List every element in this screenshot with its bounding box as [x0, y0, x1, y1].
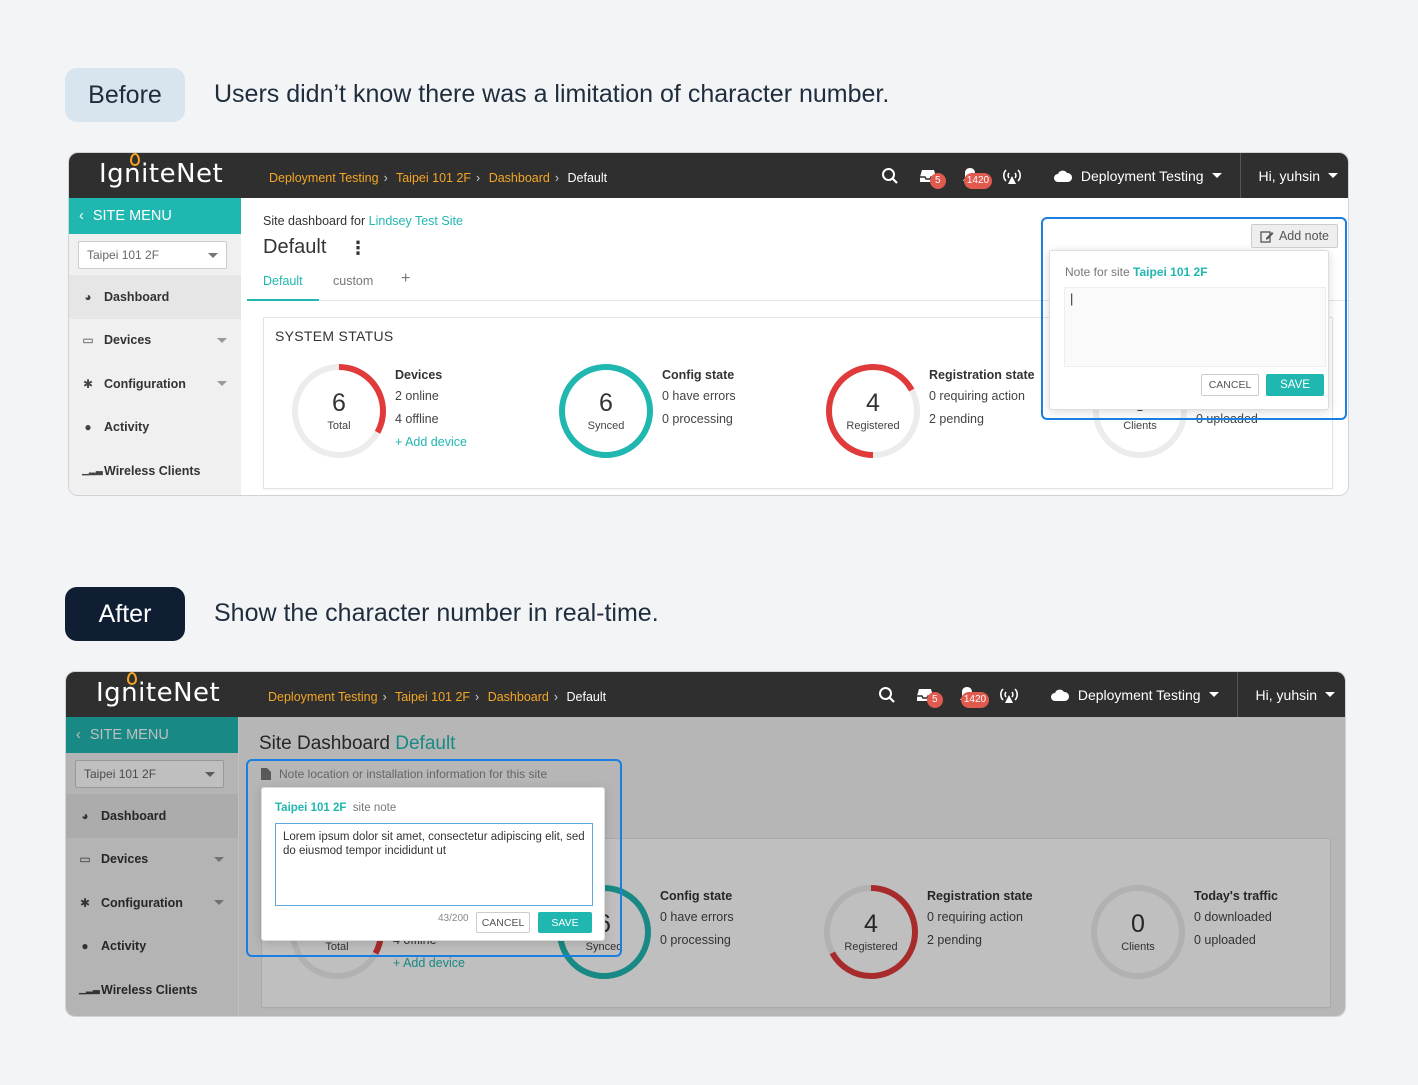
- search-icon[interactable]: [871, 153, 909, 198]
- user-menu[interactable]: Hi, yuhsin: [1236, 672, 1345, 717]
- cloud-icon: [1050, 689, 1069, 701]
- top-bar: IgniteNet Deployment Testing › Taipei 101…: [69, 153, 1348, 198]
- info-icon: ●: [81, 939, 89, 954]
- gear-icon: ✱: [82, 376, 94, 391]
- dashboard-icon: ◕: [84, 289, 92, 304]
- chevron-left-icon: ‹: [76, 727, 81, 743]
- site-select[interactable]: Taipei 101 2F: [78, 241, 227, 269]
- crumb-org[interactable]: Deployment Testing: [268, 690, 378, 704]
- bell-icon[interactable]: 1420: [947, 153, 993, 198]
- tab-custom[interactable]: custom: [317, 274, 389, 301]
- panel-title: SYSTEM STATUS: [275, 328, 394, 344]
- before-screenshot: IgniteNet Deployment Testing › Taipei 101…: [68, 152, 1349, 496]
- signal-bars-icon: ▁▂▃: [82, 465, 103, 476]
- crumb-site[interactable]: Taipei 101 2F: [396, 171, 471, 185]
- wireless-icon[interactable]: [993, 153, 1031, 198]
- site-link[interactable]: Lindsey Test Site: [369, 214, 463, 228]
- highlight-box: [1041, 217, 1347, 420]
- crumb-site[interactable]: Taipei 101 2F: [395, 690, 470, 704]
- registration-ring: 4 Registered: [825, 363, 921, 459]
- search-icon[interactable]: [868, 672, 906, 717]
- sidebar-item-dashboard[interactable]: ◕ Dashboard: [66, 794, 238, 838]
- account-menu[interactable]: Deployment Testing: [1028, 672, 1237, 717]
- after-caption: Show the character number in real-time.: [214, 599, 659, 627]
- account-menu[interactable]: Deployment Testing: [1031, 153, 1240, 198]
- hdd-icon: ▭: [82, 333, 94, 348]
- before-label: Before: [65, 68, 185, 122]
- inbox-icon[interactable]: 5: [906, 672, 944, 717]
- config-ring: 6 Synced: [558, 363, 654, 459]
- breadcrumb: Deployment Testing › Taipei 101 2F › Dashb…: [269, 171, 608, 185]
- crumb-current: Default: [566, 690, 607, 704]
- alerts-badge: 1420: [963, 173, 993, 189]
- page-title: Site Dashboard Default: [259, 733, 456, 754]
- traffic-ring: 0 Clients: [1090, 884, 1186, 980]
- sidebar-item-activity[interactable]: ● Activity: [66, 925, 238, 969]
- sidebar-item-dashboard[interactable]: ◕ Dashboard: [69, 275, 241, 319]
- top-bar: IgniteNet Deployment Testing › Taipei 101…: [66, 672, 1345, 717]
- sidebar-item-activity[interactable]: ● Activity: [69, 406, 241, 450]
- site-subtitle: Site dashboard for Lindsey Test Site: [263, 214, 463, 228]
- crumb-org[interactable]: Deployment Testing: [269, 171, 379, 185]
- more-menu-icon[interactable]: ⋮: [349, 238, 367, 259]
- inbox-badge: 5: [929, 173, 946, 189]
- wireless-icon[interactable]: [990, 672, 1028, 717]
- inbox-icon[interactable]: 5: [909, 153, 947, 198]
- after-label: After: [65, 587, 185, 641]
- crumb-current: Default: [567, 171, 608, 185]
- sidebar-item-devices[interactable]: ▭ Devices: [66, 838, 238, 882]
- sidebar: ‹ SITE MENU Taipei 101 2F ◕ Dashboard ▭ Dev…: [69, 198, 241, 495]
- before-caption: Users didn’t know there was a limitation…: [214, 80, 890, 108]
- sidebar-item-devices[interactable]: ▭ Devices: [69, 319, 241, 363]
- chevron-left-icon: ‹: [79, 208, 84, 224]
- signal-bars-icon: ▁▂▃: [79, 984, 100, 995]
- tab-default[interactable]: Default: [247, 274, 319, 301]
- gear-icon: ✱: [79, 895, 91, 910]
- site-select[interactable]: Taipei 101 2F: [75, 760, 224, 788]
- crumb-dashboard[interactable]: Dashboard: [489, 171, 550, 185]
- sidebar-item-configuration[interactable]: ✱ Configuration: [69, 362, 241, 406]
- sidebar-item-wireless-clients[interactable]: ▁▂▃ Wireless Clients: [66, 968, 238, 1012]
- sidebar-item-wireless-clients[interactable]: ▁▂▃ Wireless Clients: [69, 449, 241, 493]
- devices-ring: 6 Total: [291, 363, 387, 459]
- inbox-badge: 5: [926, 692, 943, 708]
- sidebar: ‹ SITE MENU Taipei 101 2F ◕ Dashboard ▭ Dev…: [66, 717, 238, 1016]
- breadcrumb: Deployment Testing › Taipei 101 2F › Dashb…: [268, 690, 607, 704]
- ignitenet-logo[interactable]: IgniteNet: [96, 672, 220, 708]
- add-device-link[interactable]: + Add device: [395, 435, 467, 449]
- add-device-link[interactable]: + Add device: [393, 956, 465, 970]
- add-tab-button[interactable]: +: [385, 271, 426, 299]
- cloud-icon: [1053, 170, 1072, 182]
- registration-ring: 4 Registered: [823, 884, 919, 980]
- alerts-badge: 1420: [960, 692, 990, 708]
- ignitenet-logo[interactable]: IgniteNet: [99, 153, 223, 189]
- user-menu[interactable]: Hi, yuhsin: [1239, 153, 1348, 198]
- crumb-dashboard[interactable]: Dashboard: [488, 690, 549, 704]
- info-icon: ●: [84, 420, 92, 435]
- page-title: Default: [263, 236, 327, 258]
- site-menu-header[interactable]: ‹ SITE MENU: [69, 198, 241, 234]
- after-screenshot: IgniteNet Deployment Testing › Taipei 101…: [65, 671, 1346, 1017]
- site-menu-header[interactable]: ‹ SITE MENU: [66, 717, 238, 753]
- hdd-icon: ▭: [79, 852, 91, 867]
- highlight-box: [246, 759, 622, 957]
- dashboard-icon: ◕: [81, 808, 89, 823]
- sidebar-item-configuration[interactable]: ✱ Configuration: [66, 881, 238, 925]
- bell-icon[interactable]: 1420: [944, 672, 990, 717]
